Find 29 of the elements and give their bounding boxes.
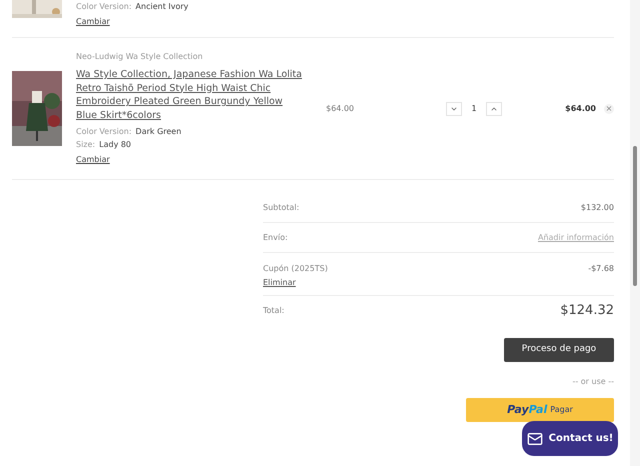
subtotal-label: Subtotal: [263, 202, 300, 214]
option-label: Color Version: [76, 126, 132, 138]
unit-price: $64.00 [326, 102, 355, 114]
option-value: Dark Green [136, 126, 182, 138]
paypal-button[interactable]: PayPal Pagar [466, 398, 614, 422]
shipping-label: Envío: [263, 232, 288, 244]
mail-icon [526, 430, 543, 446]
product-brand: Neo-Ludwig Wa Style Collection [76, 51, 204, 63]
increase-button[interactable] [486, 102, 502, 116]
option-label: Size: [76, 139, 96, 151]
total-value: $124.32 [560, 302, 614, 320]
product-title[interactable]: Wa Style Collection, Japanese Fashion Wa Lolita Retro Taishō Period Style High Waist Chic Embroidery Pleated Green Burgundy Yellow Blue Skirt*6colors [76, 68, 302, 122]
subtotal-value: $132.00 [580, 202, 614, 214]
remove-coupon-link[interactable]: Eliminar [263, 277, 328, 289]
checkout-button[interactable]: Proceso de pago [504, 338, 614, 362]
change-link[interactable]: Cambiar [76, 154, 110, 166]
coupon-label: Cupón (2025TS) [263, 263, 328, 275]
option-value: Ancient Ivory [136, 1, 188, 13]
decrease-button[interactable] [446, 102, 462, 116]
change-link[interactable]: Cambiar [76, 16, 188, 28]
scrollbar[interactable] [630, 0, 640, 466]
quantity-value: 1 [471, 102, 477, 114]
option-label: Color Version: [76, 1, 132, 13]
option-value: Lady 80 [99, 139, 132, 151]
coupon-value: -$7.68 [588, 263, 614, 275]
total-label: Total: [263, 305, 284, 317]
line-total: $64.00 [565, 102, 596, 114]
or-use-text: -- or use -- [572, 376, 614, 388]
contact-button[interactable]: Contact us! [522, 421, 618, 456]
